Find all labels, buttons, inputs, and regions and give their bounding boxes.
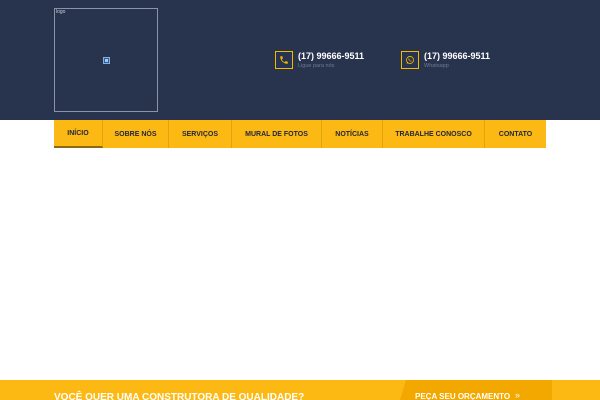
request-quote-label: PEÇA SEU ORÇAMENTO bbox=[415, 392, 511, 400]
whatsapp-label: Whatsapp bbox=[424, 63, 449, 69]
nav-item-servicos[interactable]: SERVIÇOS bbox=[169, 120, 232, 148]
nav-item-sobre-nos[interactable]: SOBRE NÓS bbox=[103, 120, 169, 148]
whatsapp-number: (17) 99666-9511 bbox=[424, 51, 491, 61]
main-nav: INÍCIO SOBRE NÓS SERVIÇOS MURAL DE FOTOS… bbox=[54, 120, 546, 148]
nav-item-inicio[interactable]: INÍCIO bbox=[54, 120, 103, 148]
logo[interactable]: logo bbox=[54, 8, 158, 112]
site-header: logo (17) 99666-9511 Ligue para nós (17)… bbox=[0, 0, 600, 120]
nav-item-contato[interactable]: CONTATO bbox=[485, 120, 546, 148]
contact-phone-number: (17) 99666-9511 bbox=[298, 51, 365, 61]
nav-item-noticias[interactable]: NOTÍCIAS bbox=[322, 120, 383, 148]
whatsapp-icon bbox=[401, 51, 419, 69]
cta-text: VOCÊ QUER UMA CONSTRUTORA DE QUALIDADE? bbox=[54, 392, 305, 400]
cta-banner: VOCÊ QUER UMA CONSTRUTORA DE QUALIDADE? … bbox=[0, 380, 600, 400]
double-chevron-right-icon: » bbox=[515, 390, 521, 400]
nav-item-trabalhe-conosco[interactable]: TRABALHE CONOSCO bbox=[383, 120, 485, 148]
logo-alt-text: logo bbox=[56, 9, 66, 15]
nav-item-mural-de-fotos[interactable]: MURAL DE FOTOS bbox=[232, 120, 322, 148]
broken-image-icon bbox=[103, 57, 110, 64]
request-quote-button[interactable]: PEÇA SEU ORÇAMENTO » bbox=[400, 380, 552, 400]
contact-phone-label: Ligue para nós bbox=[298, 63, 335, 69]
phone-icon bbox=[275, 51, 293, 69]
